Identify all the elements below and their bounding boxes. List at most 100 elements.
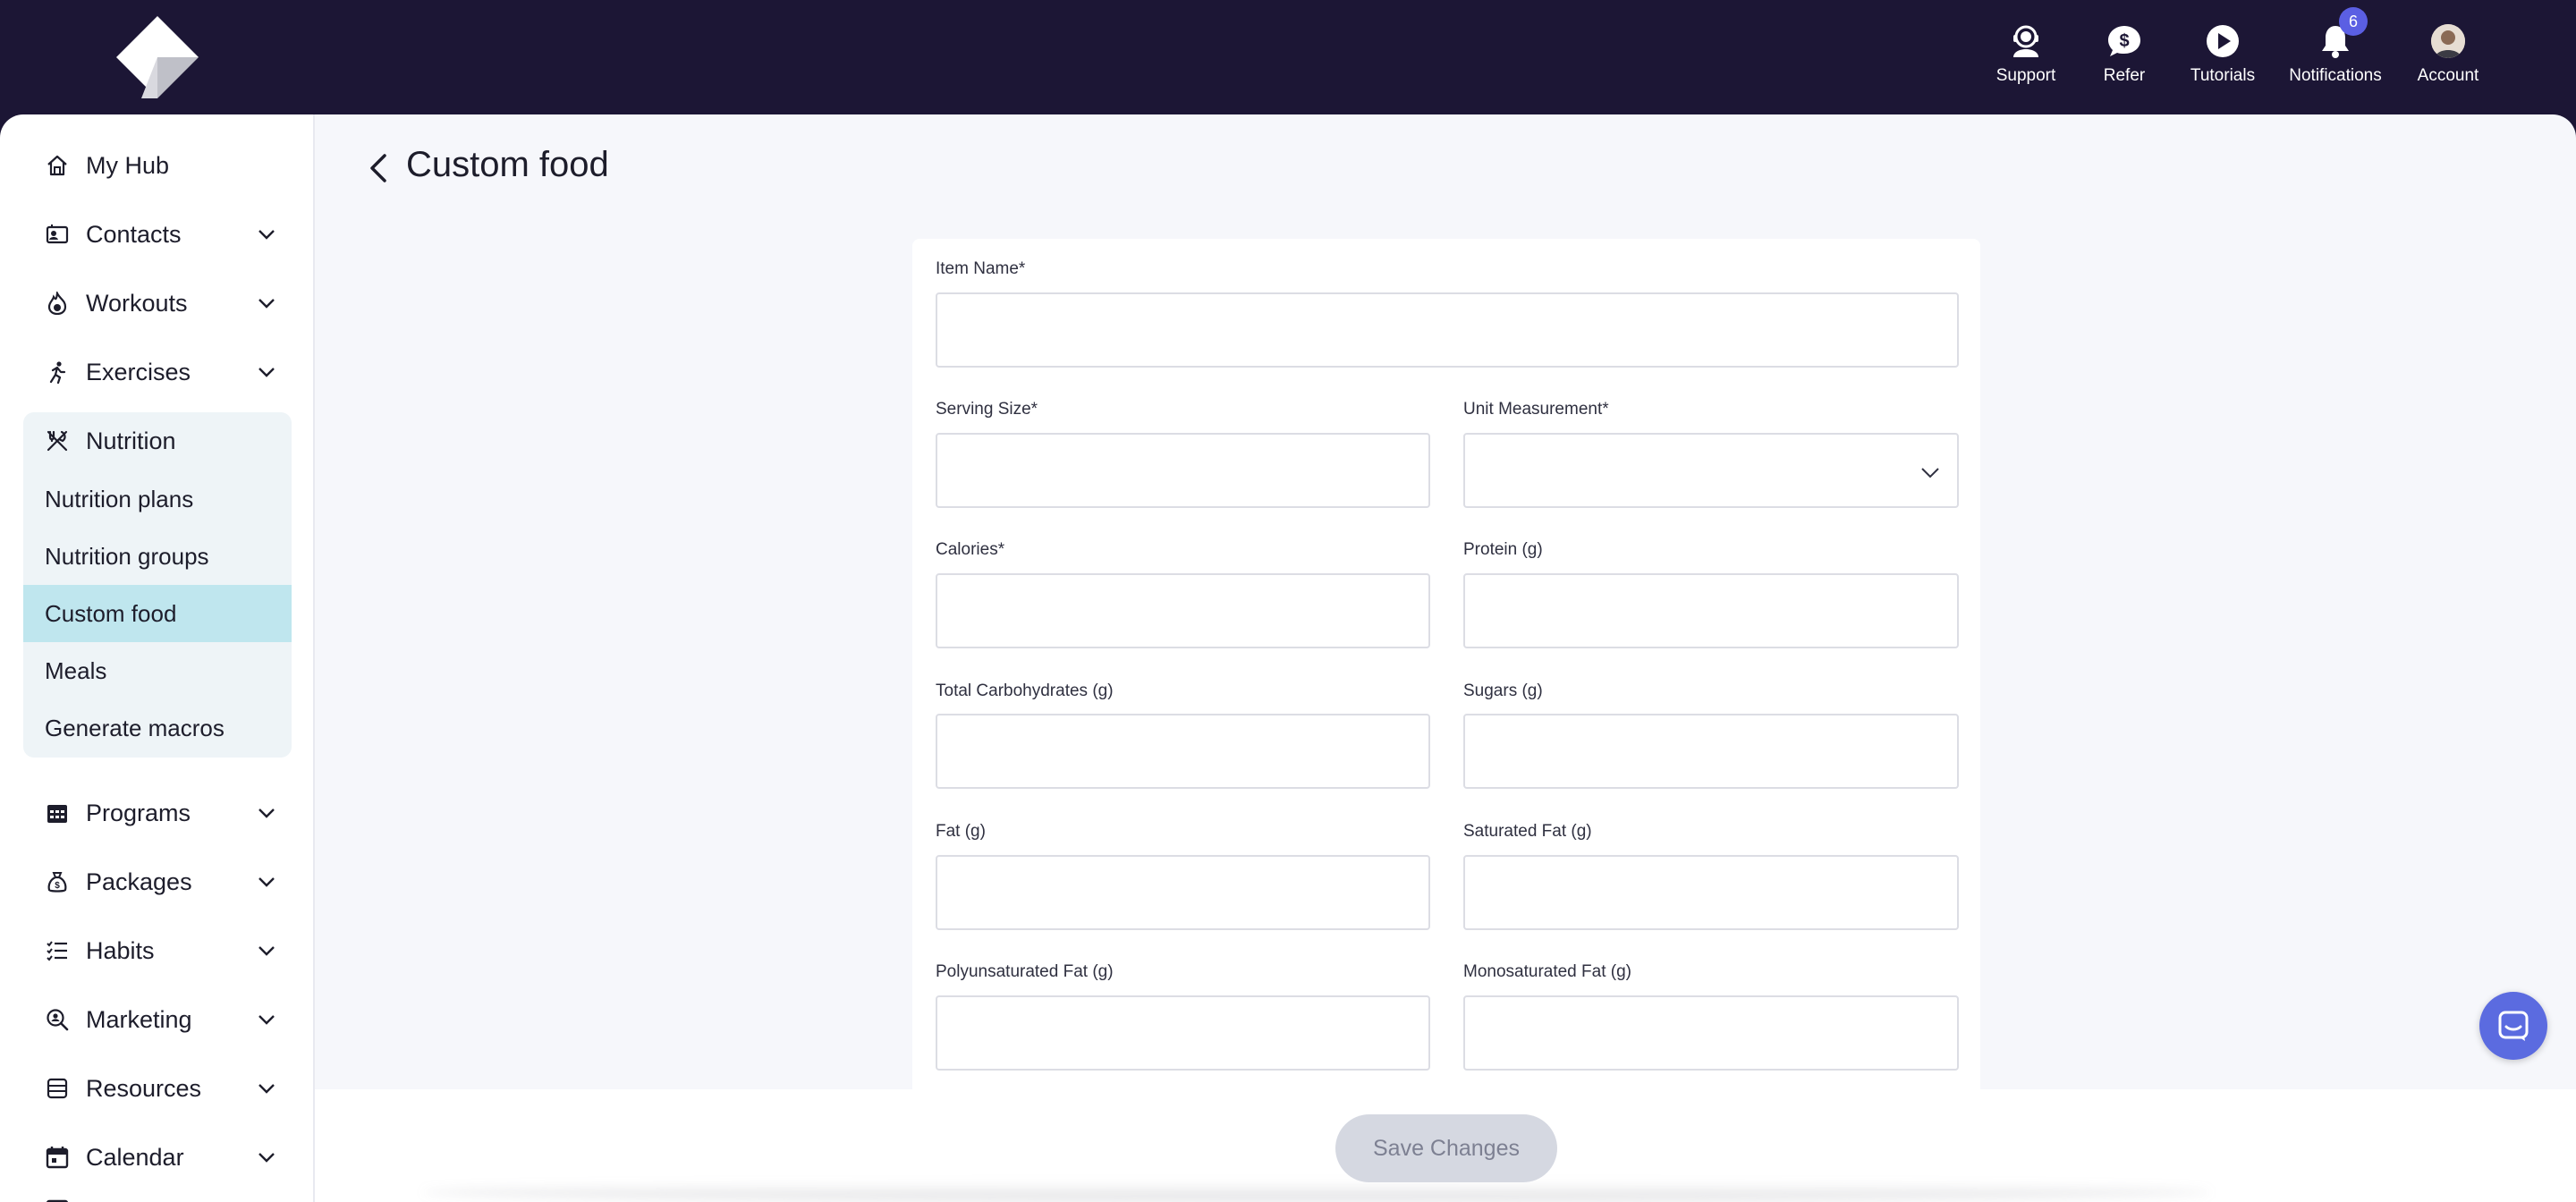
- dollar-chat-icon: $: [2105, 21, 2144, 61]
- fork-knife-icon: [45, 428, 70, 453]
- running-person-icon: [45, 360, 70, 385]
- tutorials-button[interactable]: Tutorials: [2174, 21, 2272, 86]
- avatar: [2428, 21, 2468, 61]
- notifications-button[interactable]: 6 Notifications: [2272, 7, 2399, 86]
- total-carbohydrates-input[interactable]: [936, 714, 1430, 789]
- sidebar-item-label: Generate macros: [45, 714, 225, 741]
- money-bag-icon: $: [45, 869, 70, 894]
- saturated-fat-label: Saturated Fat (g): [1463, 822, 1592, 841]
- unit-measurement-select[interactable]: [1463, 433, 1959, 508]
- sidebar-item-my-hub[interactable]: My Hub: [45, 148, 268, 183]
- flame-icon: [45, 291, 70, 316]
- sidebar-item-programs[interactable]: Programs: [45, 795, 275, 831]
- unit-measurement-label: Unit Measurement*: [1463, 400, 1609, 419]
- support-label: Support: [1996, 66, 2056, 85]
- chevron-down-icon[interactable]: [256, 1078, 277, 1099]
- home-icon: [45, 153, 70, 178]
- calendar-grid-icon: [45, 800, 70, 825]
- chart-icon: [45, 1197, 70, 1202]
- refer-label: Refer: [2103, 66, 2146, 85]
- magnifier-person-icon: [45, 1007, 70, 1032]
- chevron-down-icon[interactable]: [256, 1009, 277, 1030]
- sidebar-item-meals[interactable]: Meals: [23, 642, 292, 699]
- contact-card-icon: [45, 222, 70, 247]
- fat-label: Fat (g): [936, 822, 986, 841]
- sidebar-item-partial[interactable]: [45, 1191, 268, 1202]
- chat-support-button[interactable]: [2479, 992, 2547, 1060]
- chevron-down-icon[interactable]: [256, 1147, 277, 1168]
- fat-input[interactable]: [936, 855, 1430, 930]
- svg-text:$: $: [55, 881, 60, 891]
- chevron-down-icon[interactable]: [256, 224, 277, 245]
- chat-icon: [2498, 1011, 2529, 1041]
- sidebar-item-label: Meals: [45, 656, 107, 684]
- sidebar-item-label: Contacts: [86, 220, 182, 248]
- sidebar-item-label: Workouts: [86, 289, 188, 317]
- chevron-down-icon[interactable]: [256, 802, 277, 824]
- sidebar-item-calendar[interactable]: Calendar: [45, 1139, 275, 1175]
- sidebar-item-exercises[interactable]: Exercises: [45, 354, 275, 390]
- svg-text:$: $: [2119, 31, 2129, 51]
- sidebar-item-label: Programs: [86, 799, 191, 826]
- serving-size-input[interactable]: [936, 433, 1430, 508]
- account-button[interactable]: Account: [2399, 21, 2497, 86]
- nutrition-submenu: Nutrition Nutrition plans Nutrition grou…: [23, 412, 292, 758]
- form-footer: Save Changes: [315, 1089, 2576, 1202]
- support-button[interactable]: Support: [1977, 21, 2075, 86]
- app-logo[interactable]: [114, 14, 200, 100]
- main-content: Custom food Item Name* Serving Size* Uni…: [315, 114, 2576, 1202]
- top-bar: Support $ Refer Tutorials 6 Notification…: [0, 0, 2576, 114]
- sugars-input[interactable]: [1463, 714, 1959, 789]
- checklist-icon: [45, 938, 70, 963]
- page-title: Custom food: [406, 145, 609, 184]
- sidebar-item-label: Custom food: [45, 599, 177, 627]
- protein-input[interactable]: [1463, 573, 1959, 648]
- notifications-label: Notifications: [2289, 66, 2382, 85]
- calendar-icon: [45, 1145, 70, 1170]
- sidebar-item-nutrition-plans[interactable]: Nutrition plans: [23, 470, 292, 528]
- sidebar-item-habits[interactable]: Habits: [45, 933, 275, 969]
- sidebar-item-custom-food[interactable]: Custom food: [23, 585, 292, 642]
- sidebar-item-label: Packages: [86, 868, 192, 895]
- bell-icon: 6: [2316, 7, 2368, 61]
- sidebar-item-contacts[interactable]: Contacts: [45, 216, 275, 252]
- saturated-fat-input[interactable]: [1463, 855, 1959, 930]
- footer-shadow: [422, 1182, 2211, 1202]
- sidebar-item-label: Marketing: [86, 1005, 192, 1033]
- item-name-input[interactable]: [936, 292, 1959, 368]
- sidebar-item-marketing[interactable]: Marketing: [45, 1002, 275, 1037]
- sidebar: My Hub Contacts Workouts Exercises Nutri…: [0, 114, 315, 1202]
- total-carbohydrates-label: Total Carbohydrates (g): [936, 681, 1114, 700]
- sidebar-item-label: Nutrition groups: [45, 542, 209, 570]
- calories-label: Calories*: [936, 540, 1005, 559]
- chevron-down-icon[interactable]: [256, 361, 277, 383]
- monosaturated-fat-input[interactable]: [1463, 995, 1959, 1071]
- sidebar-item-packages[interactable]: $ Packages: [45, 864, 275, 900]
- support-icon: [2006, 21, 2046, 61]
- back-arrow-icon[interactable]: [365, 152, 392, 184]
- sidebar-item-workouts[interactable]: Workouts: [45, 285, 275, 321]
- chevron-down-icon[interactable]: [256, 940, 277, 961]
- chevron-down-icon[interactable]: [256, 292, 277, 314]
- sidebar-item-resources[interactable]: Resources: [45, 1071, 275, 1106]
- sidebar-item-nutrition[interactable]: Nutrition: [45, 423, 268, 459]
- monosaturated-fat-label: Monosaturated Fat (g): [1463, 962, 1631, 981]
- top-nav: Support $ Refer Tutorials 6 Notification…: [1977, 7, 2497, 86]
- sidebar-item-label: My Hub: [86, 151, 170, 179]
- custom-food-form: Item Name* Serving Size* Unit Measuremen…: [912, 239, 1980, 1133]
- sidebar-item-generate-macros[interactable]: Generate macros: [23, 699, 292, 757]
- calories-input[interactable]: [936, 573, 1430, 648]
- chevron-down-icon[interactable]: [256, 871, 277, 893]
- tutorials-label: Tutorials: [2190, 66, 2256, 85]
- sidebar-item-label: Nutrition plans: [45, 485, 194, 512]
- item-name-label: Item Name*: [936, 259, 1026, 278]
- archive-box-icon: [45, 1076, 70, 1101]
- polyunsaturated-fat-input[interactable]: [936, 995, 1430, 1071]
- chevron-down-icon: [1921, 468, 1939, 478]
- notifications-badge: 6: [2339, 7, 2368, 36]
- sidebar-item-label: Nutrition: [86, 427, 176, 454]
- save-changes-button[interactable]: Save Changes: [1335, 1114, 1557, 1182]
- account-label: Account: [2417, 66, 2479, 85]
- refer-button[interactable]: $ Refer: [2075, 21, 2174, 86]
- sidebar-item-nutrition-groups[interactable]: Nutrition groups: [23, 528, 292, 585]
